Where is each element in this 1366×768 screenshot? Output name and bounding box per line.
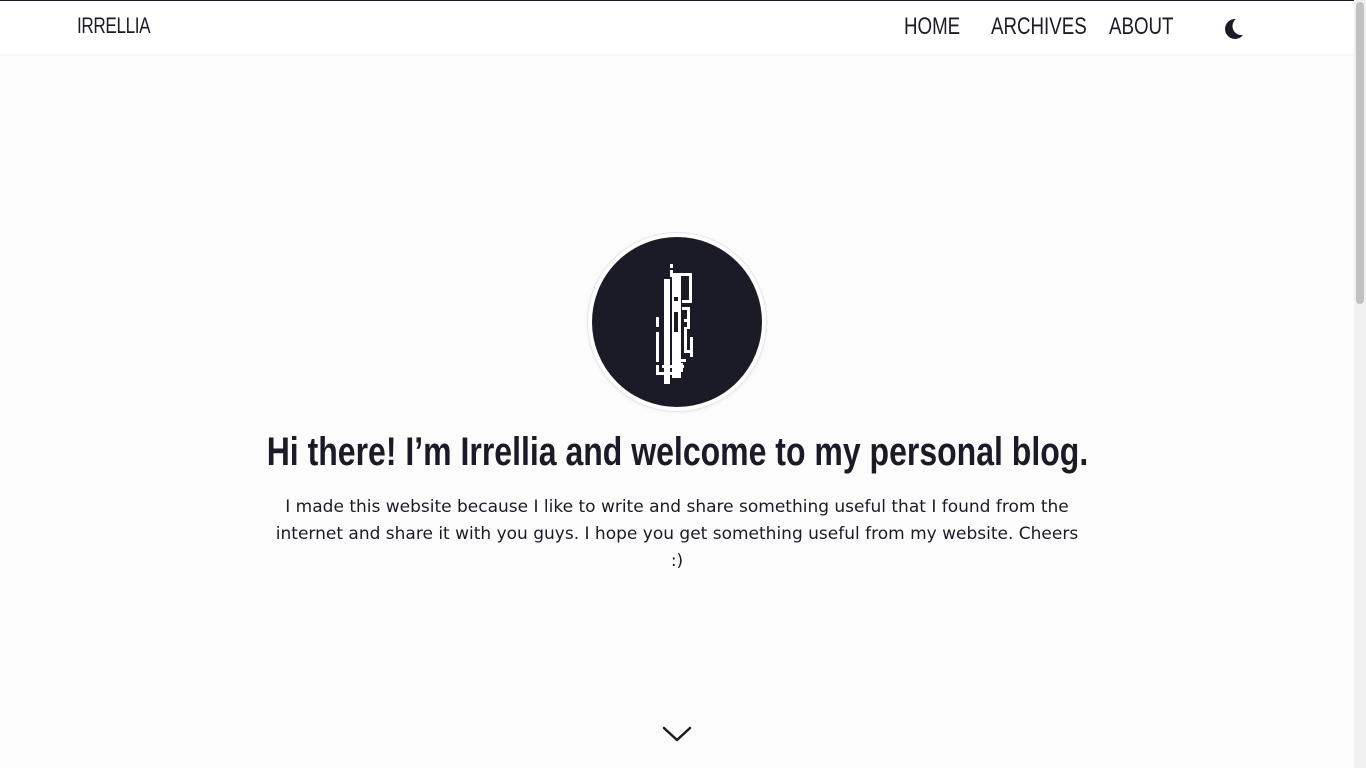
scrollbar-thumb[interactable]: [1356, 2, 1364, 304]
navbar: IRRELLIA HOME ARCHIVES ABOUT: [0, 1, 1354, 54]
nav-link-archives[interactable]: ARCHIVES: [991, 13, 1087, 41]
hero-title: Hi there! I’m Irrellia and welcome to my…: [0, 430, 1354, 475]
nav-link-about[interactable]: ABOUT: [1109, 13, 1173, 41]
hero-description: I made this website because I like to wr…: [275, 497, 1079, 571]
nav-link-home[interactable]: HOME: [904, 13, 960, 41]
scrollbar[interactable]: [1354, 0, 1366, 768]
moon-icon: [1225, 18, 1243, 39]
chevron-down-icon: [662, 726, 692, 742]
scroll-down-button[interactable]: [662, 724, 692, 746]
avatar: [588, 233, 766, 411]
theme-toggle-button[interactable]: [1220, 16, 1246, 42]
pixel-logo-icon: [656, 264, 693, 384]
hero-title-text: Hi there! I’m Irrellia and welcome to my…: [266, 430, 1088, 474]
site-brand-link[interactable]: IRRELLIA: [77, 13, 151, 39]
page: IRRELLIA HOME ARCHIVES ABOUT Hi there! I…: [0, 0, 1366, 768]
